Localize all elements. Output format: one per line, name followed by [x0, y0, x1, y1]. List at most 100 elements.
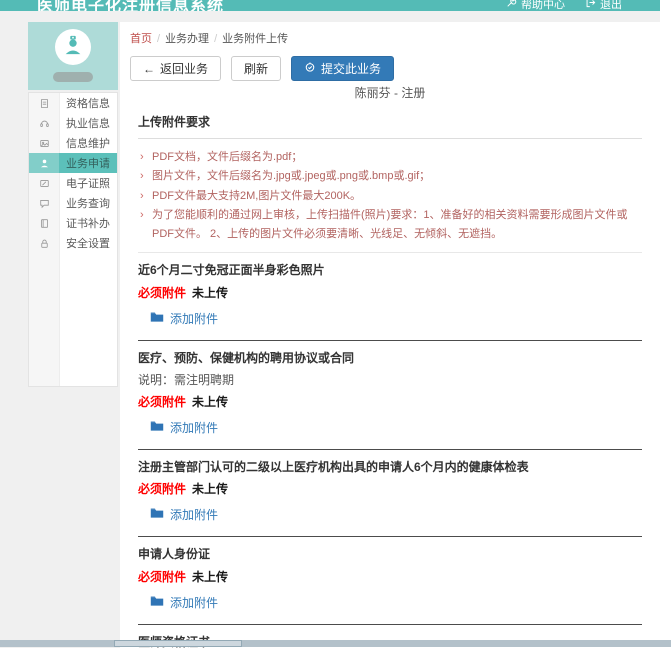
refresh-button[interactable]: 刷新	[231, 56, 281, 81]
requirement-item: › 为了您能顺利的通过网上审核，上传扫描件(照片)要求：1、准备好的相关资料需要形…	[138, 206, 642, 245]
folder-icon	[150, 507, 164, 522]
horizontal-scrollbar[interactable]	[0, 640, 671, 647]
header-nav-label: 帮助中心	[521, 0, 565, 11]
app-header: 医师电子化注册信息系统 帮助中心 退出	[0, 0, 660, 11]
avatar	[55, 29, 91, 65]
card-icon	[29, 178, 59, 189]
required-flag: 必须附件	[138, 570, 186, 584]
sidebar-item-label: 业务查询	[59, 195, 117, 211]
doctor-avatar-icon	[62, 34, 84, 61]
header-nav-logout[interactable]: 退出	[585, 0, 622, 11]
folder-icon	[150, 595, 164, 610]
add-attachment-label: 添加附件	[170, 310, 218, 327]
user-panel	[28, 22, 118, 90]
upload-status: 未上传	[192, 395, 228, 409]
breadcrumb-separator: /	[214, 33, 217, 45]
app-title: 医师电子化注册信息系统	[37, 0, 224, 11]
add-attachment-button[interactable]: 添加附件	[150, 594, 218, 611]
page: 医师电子化注册信息系统 帮助中心退出 资格信息执业信息信息维护业务申请电子证照业…	[0, 0, 660, 648]
requirement-item: › 图片文件，文件后缀名为.jpg或.jpeg或.png或.bmp或.gif；	[138, 167, 642, 186]
attachment-title: 注册主管部门认可的二级以上医疗机构出具的申请人6个月内的健康体检表	[138, 459, 642, 476]
submit-icon	[304, 61, 316, 76]
required-flag: 必须附件	[138, 482, 186, 496]
add-attachment-label: 添加附件	[170, 594, 218, 611]
upload-requirements-panel: 上传附件要求 › PDF文档，文件后缀名为.pdf； › 图片文件，文件后缀名为.jp…	[130, 109, 650, 253]
attachment-status: 必须附件未上传	[138, 480, 642, 497]
sidebar-item-business-apply[interactable]: 业务申请	[29, 153, 117, 173]
bullet-chevron-icon: ›	[140, 206, 144, 225]
headset-icon	[29, 118, 59, 129]
breadcrumb-current: 业务附件上传	[222, 33, 288, 45]
add-attachment-button[interactable]: 添加附件	[150, 310, 218, 327]
attachment-status: 必须附件未上传	[138, 393, 642, 410]
upload-requirements-title: 上传附件要求	[138, 113, 642, 139]
sidebar-item-practice-info[interactable]: 执业信息	[29, 113, 117, 133]
upload-status: 未上传	[192, 570, 228, 584]
wrench-icon	[506, 0, 517, 11]
folder-icon	[150, 420, 164, 435]
requirement-item: › PDF文件最大支持2M,图片文件最大200K。	[138, 187, 642, 206]
user-name-redacted	[53, 72, 93, 82]
sidebar-item-label: 信息维护	[59, 135, 117, 151]
upload-status: 未上传	[192, 482, 228, 496]
sidebar-item-label: 安全设置	[59, 235, 117, 251]
add-attachment-label: 添加附件	[170, 506, 218, 523]
note-text: 需注明聘期	[174, 373, 234, 387]
attachment-section: 申请人身份证必须附件未上传添加附件	[138, 537, 642, 619]
requirement-text: 图片文件，文件后缀名为.jpg或.jpeg或.png或.bmp或.gif；	[152, 170, 430, 182]
requirement-text: PDF文档，文件后缀名为.pdf；	[152, 151, 302, 163]
applicant-line: 陈丽芬 - 注册	[130, 84, 650, 101]
requirement-text: PDF文件最大支持2M,图片文件最大200K。	[152, 190, 361, 202]
attachment-note: 说明：需注明聘期	[138, 371, 642, 389]
required-flag: 必须附件	[138, 395, 186, 409]
requirement-text: 为了您能顺利的通过网上审核，上传扫描件(照片)要求：1、准备好的相关资料需要形成…	[152, 209, 627, 240]
sidebar-item-qualification-info[interactable]: 资格信息	[29, 93, 117, 113]
sidebar-item-business-query[interactable]: 业务查询	[29, 193, 117, 213]
upload-requirements-list: › PDF文档，文件后缀名为.pdf； › 图片文件，文件后缀名为.jpg或.jpeg…	[138, 139, 642, 253]
sidebar-item-label: 业务申请	[59, 155, 117, 171]
sidebar-item-info-maintain[interactable]: 信息维护	[29, 133, 117, 153]
logout-icon	[585, 0, 596, 11]
upload-status: 未上传	[192, 286, 228, 300]
bullet-chevron-icon: ›	[140, 187, 144, 206]
attachment-title: 申请人身份证	[138, 546, 642, 563]
bullet-chevron-icon: ›	[140, 167, 144, 186]
breadcrumb-link[interactable]: 业务办理	[165, 33, 209, 45]
attachment-sections: 近6个月二寸免冠正面半身彩色照片必须附件未上传添加附件医疗、预防、保健机构的聘用…	[130, 253, 650, 648]
sidebar-item-security-settings[interactable]: 安全设置	[29, 233, 117, 253]
note-prefix: 说明：	[138, 373, 174, 387]
lock-icon	[29, 238, 59, 249]
submit-business-button[interactable]: 提交此业务	[291, 56, 394, 81]
header-nav-help[interactable]: 帮助中心	[506, 0, 565, 11]
back-button-label: 返回业务	[160, 60, 208, 77]
book-icon	[29, 218, 59, 229]
sidebar-item-label: 电子证照	[59, 175, 117, 191]
viewport: 医师电子化注册信息系统 帮助中心退出 资格信息执业信息信息维护业务申请电子证照业…	[0, 0, 671, 648]
back-button[interactable]: ← 返回业务	[130, 56, 221, 81]
header-nav: 帮助中心 退出	[506, 0, 622, 11]
sidebar-item-e-license[interactable]: 电子证照	[29, 173, 117, 193]
bullet-chevron-icon: ›	[140, 148, 144, 167]
attachment-section: 医疗、预防、保健机构的聘用协议或合同说明：需注明聘期必须附件未上传添加附件	[138, 341, 642, 445]
sidebar: 资格信息执业信息信息维护业务申请电子证照业务查询证书补办安全设置	[28, 22, 118, 387]
add-attachment-button[interactable]: 添加附件	[150, 506, 218, 523]
main-content: 首页 / 业务办理 / 业务附件上传 ← 返回业务 刷新 提交此业务 陈丽芬 - 注册	[120, 22, 660, 648]
attachment-title: 近6个月二寸免冠正面半身彩色照片	[138, 262, 642, 279]
attachment-status: 必须附件未上传	[138, 284, 642, 301]
attachment-title: 医疗、预防、保健机构的聘用协议或合同	[138, 350, 642, 367]
refresh-button-label: 刷新	[244, 60, 268, 77]
toolbar: ← 返回业务 刷新 提交此业务	[130, 56, 650, 81]
breadcrumb-separator: /	[157, 33, 160, 45]
sidebar-menu: 资格信息执业信息信息维护业务申请电子证照业务查询证书补办安全设置	[28, 92, 118, 387]
sidebar-item-label: 资格信息	[59, 95, 117, 111]
back-arrow-icon: ←	[143, 63, 155, 75]
submit-button-label: 提交此业务	[321, 60, 381, 77]
add-attachment-button[interactable]: 添加附件	[150, 419, 218, 436]
header-nav-label: 退出	[600, 0, 622, 11]
folder-icon	[150, 311, 164, 326]
attachment-section: 注册主管部门认可的二级以上医疗机构出具的申请人6个月内的健康体检表必须附件未上传…	[138, 450, 642, 532]
breadcrumb-link[interactable]: 首页	[130, 33, 152, 45]
sidebar-item-cert-reissue[interactable]: 证书补办	[29, 213, 117, 233]
image-icon	[29, 138, 59, 149]
horizontal-scrollbar-thumb[interactable]	[114, 640, 242, 647]
